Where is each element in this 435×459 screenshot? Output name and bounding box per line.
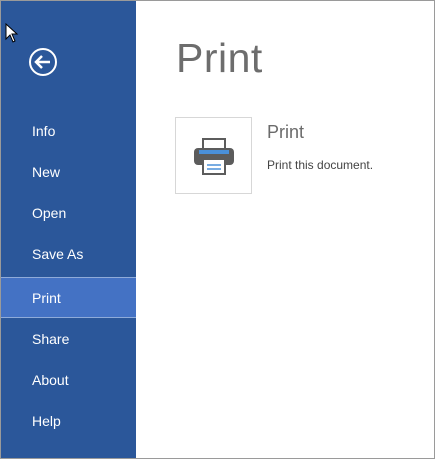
backstage-window: Info New Open Save As Print Share About …: [0, 0, 435, 459]
sidebar-item-save-as[interactable]: Save As: [1, 234, 136, 275]
backstage-sidebar: Info New Open Save As Print Share About …: [1, 1, 136, 458]
sidebar-item-new[interactable]: New: [1, 152, 136, 193]
main-panel: Print Print Print this document.: [136, 1, 434, 458]
printer-icon: [194, 138, 234, 175]
print-option-description: Print this document.: [267, 158, 374, 172]
page-title: Print: [176, 35, 263, 81]
sidebar-item-share[interactable]: Share: [1, 319, 136, 360]
print-button[interactable]: [175, 117, 252, 194]
back-button[interactable]: [28, 47, 58, 77]
sidebar-item-about[interactable]: About: [1, 360, 136, 401]
sidebar-item-open[interactable]: Open: [1, 193, 136, 234]
back-arrow-circle-icon: [29, 48, 57, 76]
sidebar-item-help[interactable]: Help: [1, 401, 136, 442]
print-option-title: Print: [267, 122, 305, 142]
mouse-pointer-icon: [5, 23, 19, 43]
sidebar-item-info[interactable]: Info: [1, 111, 136, 152]
sidebar-item-print[interactable]: Print: [1, 277, 136, 318]
